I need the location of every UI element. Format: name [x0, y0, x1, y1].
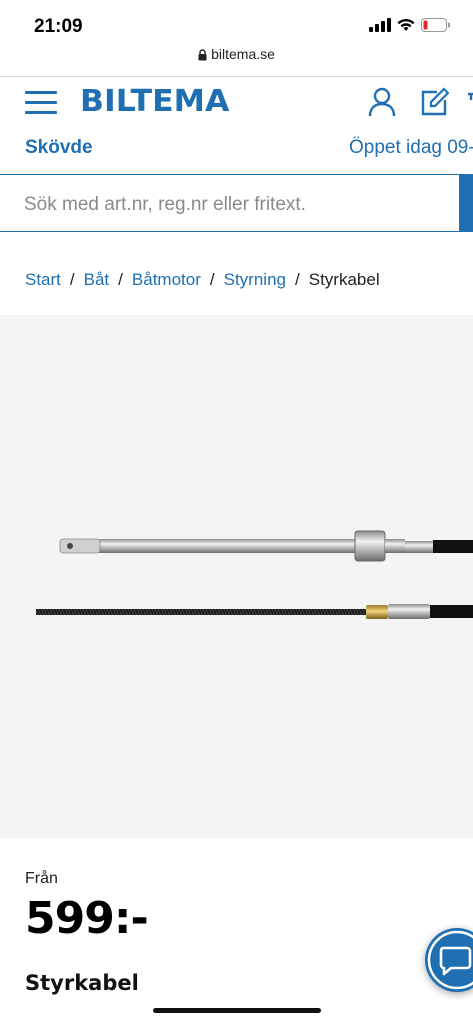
steering-cable-illustration	[36, 530, 473, 619]
product-image[interactable]	[0, 315, 473, 838]
cart-icon[interactable]	[466, 86, 473, 118]
status-time: 21:09	[34, 16, 83, 37]
url-bar[interactable]: biltema.se	[0, 46, 473, 76]
price-prefix: Från	[25, 870, 58, 887]
status-bar: 21:09	[0, 0, 473, 46]
breadcrumb-bat[interactable]: Båt	[84, 270, 110, 289]
url-text: biltema.se	[211, 46, 275, 62]
breadcrumb: Start / Båt / Båtmotor / Styrning / Styrkabel	[25, 270, 380, 290]
breadcrumb-batmotor[interactable]: Båtmotor	[132, 270, 201, 289]
home-indicator[interactable]	[153, 1008, 321, 1013]
store-hours[interactable]: Öppet idag 09-	[349, 137, 473, 159]
breadcrumb-current: Styrkabel	[308, 270, 380, 289]
search-box	[0, 174, 460, 235]
account-icon[interactable]	[367, 86, 397, 118]
breadcrumb-styrning[interactable]: Styrning	[224, 270, 286, 289]
wifi-icon	[397, 18, 415, 31]
breadcrumb-separator: /	[295, 270, 300, 289]
store-row: Skövde Öppet idag 09-	[0, 127, 473, 171]
product-title: Styrkabel	[25, 971, 139, 995]
search-input[interactable]	[22, 175, 446, 235]
chat-icon	[427, 930, 473, 990]
lock-icon	[198, 49, 207, 61]
status-icons	[369, 18, 451, 32]
breadcrumb-separator: /	[69, 270, 75, 289]
menu-icon[interactable]	[25, 91, 57, 115]
breadcrumb-start[interactable]: Start	[25, 270, 61, 289]
signal-icon	[369, 18, 391, 32]
search-button[interactable]	[460, 174, 473, 232]
edit-icon[interactable]	[419, 86, 449, 118]
breadcrumb-separator: /	[209, 270, 215, 289]
price: 599:-	[25, 893, 149, 944]
store-name[interactable]: Skövde	[25, 137, 93, 159]
breadcrumb-separator: /	[118, 270, 123, 289]
site-header: BILTEMA	[0, 77, 473, 127]
battery-icon	[421, 18, 450, 32]
biltema-logo[interactable]: BILTEMA	[80, 84, 229, 119]
chat-button[interactable]	[425, 928, 473, 992]
